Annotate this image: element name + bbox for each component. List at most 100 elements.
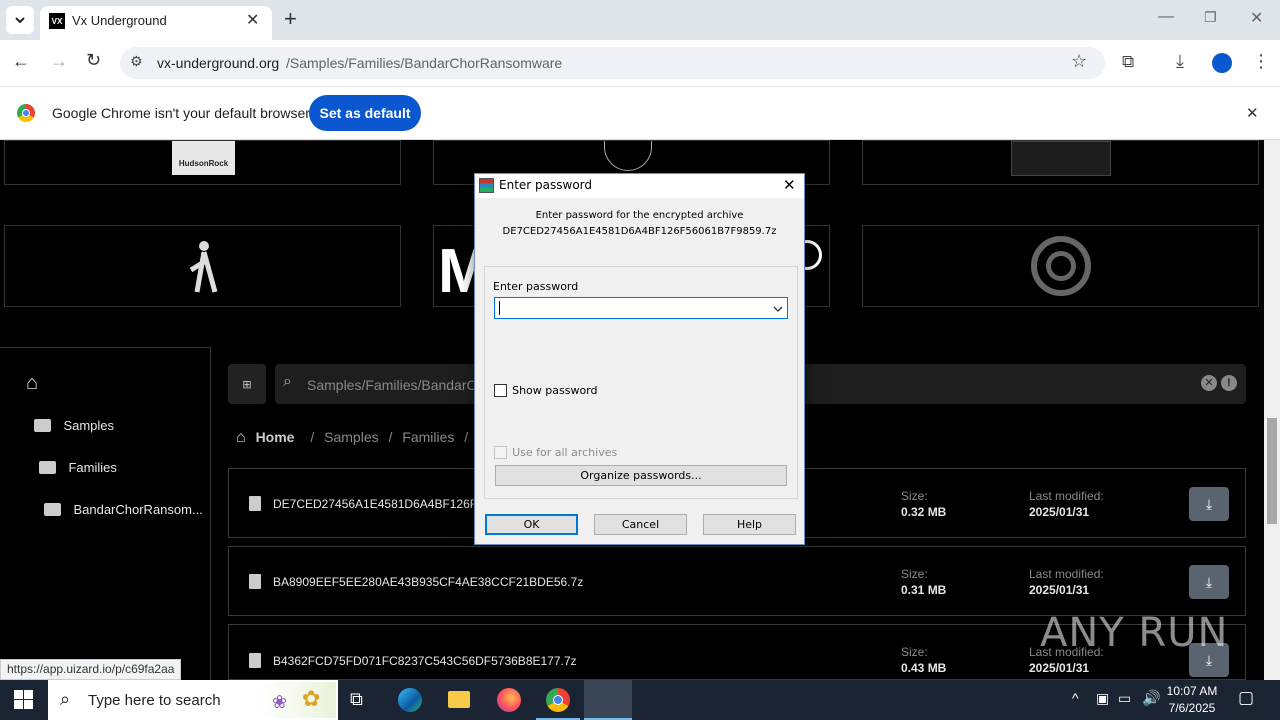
reload-icon[interactable]: ↻: [86, 50, 101, 71]
tab-vx-underground[interactable]: VX Vx Underground ✕: [40, 6, 272, 40]
extensions-icon[interactable]: ⧉: [1122, 52, 1134, 72]
forward-icon[interactable]: →: [50, 51, 68, 72]
set-default-button[interactable]: Set as default: [309, 95, 421, 131]
dropdown-chevron-icon[interactable]: [773, 305, 783, 313]
firefox-icon[interactable]: [497, 688, 521, 712]
ring-logo-icon: [1031, 236, 1091, 296]
sponsor-card-1[interactable]: HudsonRock: [4, 140, 401, 185]
menu-kebab-icon[interactable]: ⋮: [1252, 51, 1270, 72]
download-button[interactable]: ⤓: [1189, 487, 1229, 521]
download-icon: ⤓: [1205, 495, 1213, 512]
dialog-titlebar[interactable]: Enter password ✕: [475, 174, 804, 198]
site-info-icon[interactable]: ⚙: [130, 53, 143, 70]
folder-icon: [34, 419, 51, 433]
sponsor-logo-icon: [604, 141, 652, 171]
edge-icon[interactable]: [398, 688, 422, 712]
volume-icon[interactable]: 🔊: [1142, 689, 1161, 707]
task-view-icon[interactable]: ⧉: [350, 689, 363, 710]
tab-search-button[interactable]: [6, 6, 34, 34]
password-input[interactable]: [494, 297, 788, 319]
file-date: 2025/01/31: [1029, 505, 1090, 519]
sponsor-card-6[interactable]: [862, 225, 1259, 307]
use-all-archives-checkbox: Use for all archives: [494, 442, 654, 459]
show-password-checkbox[interactable]: Show password: [494, 380, 634, 397]
hudsonrock-logo: HudsonRock: [172, 141, 235, 175]
archive-name: DE7CED27456A1E4581D6A4BF126F56061B7F9859…: [502, 226, 777, 237]
modified-label: Last modified:: [1029, 567, 1104, 581]
download-button[interactable]: ⤓: [1189, 565, 1229, 599]
address-bar[interactable]: ⚙ vx-underground.org /Samples/Families/B…: [120, 47, 1105, 79]
file-size: 0.32 MB: [901, 505, 947, 519]
password-group: Enter password Show password Use for all…: [484, 266, 798, 499]
sidebar-item-bandarchor[interactable]: BandarChorRansom...: [44, 501, 210, 521]
infobar-close-icon[interactable]: ✕: [1246, 104, 1259, 122]
crumb-separator: /: [388, 429, 393, 445]
file-date: 2025/01/31: [1029, 583, 1090, 597]
url-path: /Samples/Families/BandarChorRansomware: [286, 55, 563, 71]
home-crumb-icon[interactable]: ⌂: [236, 429, 246, 446]
bookmark-star-icon[interactable]: ☆: [1071, 51, 1087, 72]
modified-label: Last modified:: [1029, 489, 1104, 503]
file-icon: [249, 574, 261, 589]
checkbox-box-disabled: [494, 446, 507, 459]
search-icon: ⌕: [283, 373, 292, 390]
new-tab-icon[interactable]: +: [284, 6, 297, 32]
info-icon[interactable]: !: [1221, 375, 1237, 391]
sponsor-banner-image: [1011, 141, 1111, 176]
restore-icon[interactable]: ❐: [1204, 9, 1217, 26]
search-highlight-image: ✿ ❀: [260, 682, 336, 718]
winrar-taskbar-item[interactable]: [584, 680, 632, 720]
sidebar-item-samples[interactable]: Samples: [34, 417, 219, 437]
network-icon[interactable]: ▭: [1118, 690, 1131, 707]
file-row[interactable]: BA8909EEF5EE280AE43B935CF4AE38CCF21BDE56…: [228, 546, 1246, 616]
checkbox-box[interactable]: [494, 384, 507, 397]
dialog-close-icon[interactable]: ✕: [783, 176, 796, 194]
file-size: 0.43 MB: [901, 661, 947, 675]
file-name[interactable]: B4362FCD75FD071FC8237C543C56DF5736B8E177…: [273, 654, 577, 668]
help-button[interactable]: Help: [703, 514, 796, 535]
file-name[interactable]: BA8909EEF5EE280AE43B935CF4AE38CCF21BDE56…: [273, 575, 583, 589]
tray-device-icon[interactable]: ▣: [1096, 690, 1109, 707]
show-password-label: Show password: [512, 384, 598, 397]
windows-start-icon[interactable]: [14, 690, 34, 710]
clear-icon[interactable]: ✕: [1201, 375, 1217, 391]
clock-time[interactable]: 10:07 AM: [1162, 684, 1222, 698]
size-label: Size:: [901, 567, 928, 581]
window-close-icon[interactable]: ✕: [1250, 8, 1263, 28]
profile-avatar-icon[interactable]: [1212, 53, 1232, 73]
home-icon[interactable]: ⌂: [26, 372, 38, 395]
sponsor-card-3[interactable]: [862, 140, 1259, 185]
minimize-icon[interactable]: —: [1158, 8, 1174, 26]
tray-chevron-icon[interactable]: ^: [1072, 690, 1079, 706]
toggle-view-icon[interactable]: ⊞: [228, 364, 266, 404]
password-dialog: Enter password ✕ Enter password for the …: [474, 173, 805, 545]
infobar-message: Google Chrome isn't your default browser: [52, 105, 310, 121]
file-icon: [249, 653, 261, 668]
download-icon[interactable]: ⤓: [1176, 51, 1184, 72]
cancel-button[interactable]: Cancel: [594, 514, 687, 535]
notification-icon[interactable]: ▢: [1238, 688, 1254, 708]
sidebar-item-label: Families: [68, 460, 117, 476]
file-name[interactable]: DE7CED27456A1E4581D6A4BF126F56: [273, 497, 490, 511]
crumb-families[interactable]: Families: [402, 429, 454, 445]
clock-date[interactable]: 7/6/2025: [1162, 701, 1222, 715]
text-caret: [499, 301, 500, 315]
organize-passwords-button[interactable]: Organize passwords...: [495, 465, 787, 486]
taskbar-search-box[interactable]: ⌕ Type here to search ✿ ❀: [48, 680, 338, 720]
size-label: Size:: [901, 489, 928, 503]
chrome-taskbar-item[interactable]: [536, 680, 580, 720]
file-explorer-icon[interactable]: [448, 691, 470, 708]
ok-button[interactable]: OK: [485, 514, 578, 535]
folder-icon: [39, 461, 56, 475]
crumb-samples[interactable]: Samples: [324, 429, 378, 445]
tab-close-icon[interactable]: ✕: [246, 10, 259, 30]
scrollbar-thumb[interactable]: [1267, 418, 1277, 524]
file-size: 0.31 MB: [901, 583, 947, 597]
crumb-home[interactable]: Home: [256, 429, 295, 445]
sponsor-card-4[interactable]: [4, 225, 401, 307]
sidebar-item-families[interactable]: Families: [39, 459, 209, 479]
tab-title: Vx Underground: [72, 13, 167, 28]
back-icon[interactable]: ←: [12, 51, 30, 72]
page-scrollbar[interactable]: [1264, 140, 1280, 680]
password-label: Enter password: [493, 280, 579, 293]
